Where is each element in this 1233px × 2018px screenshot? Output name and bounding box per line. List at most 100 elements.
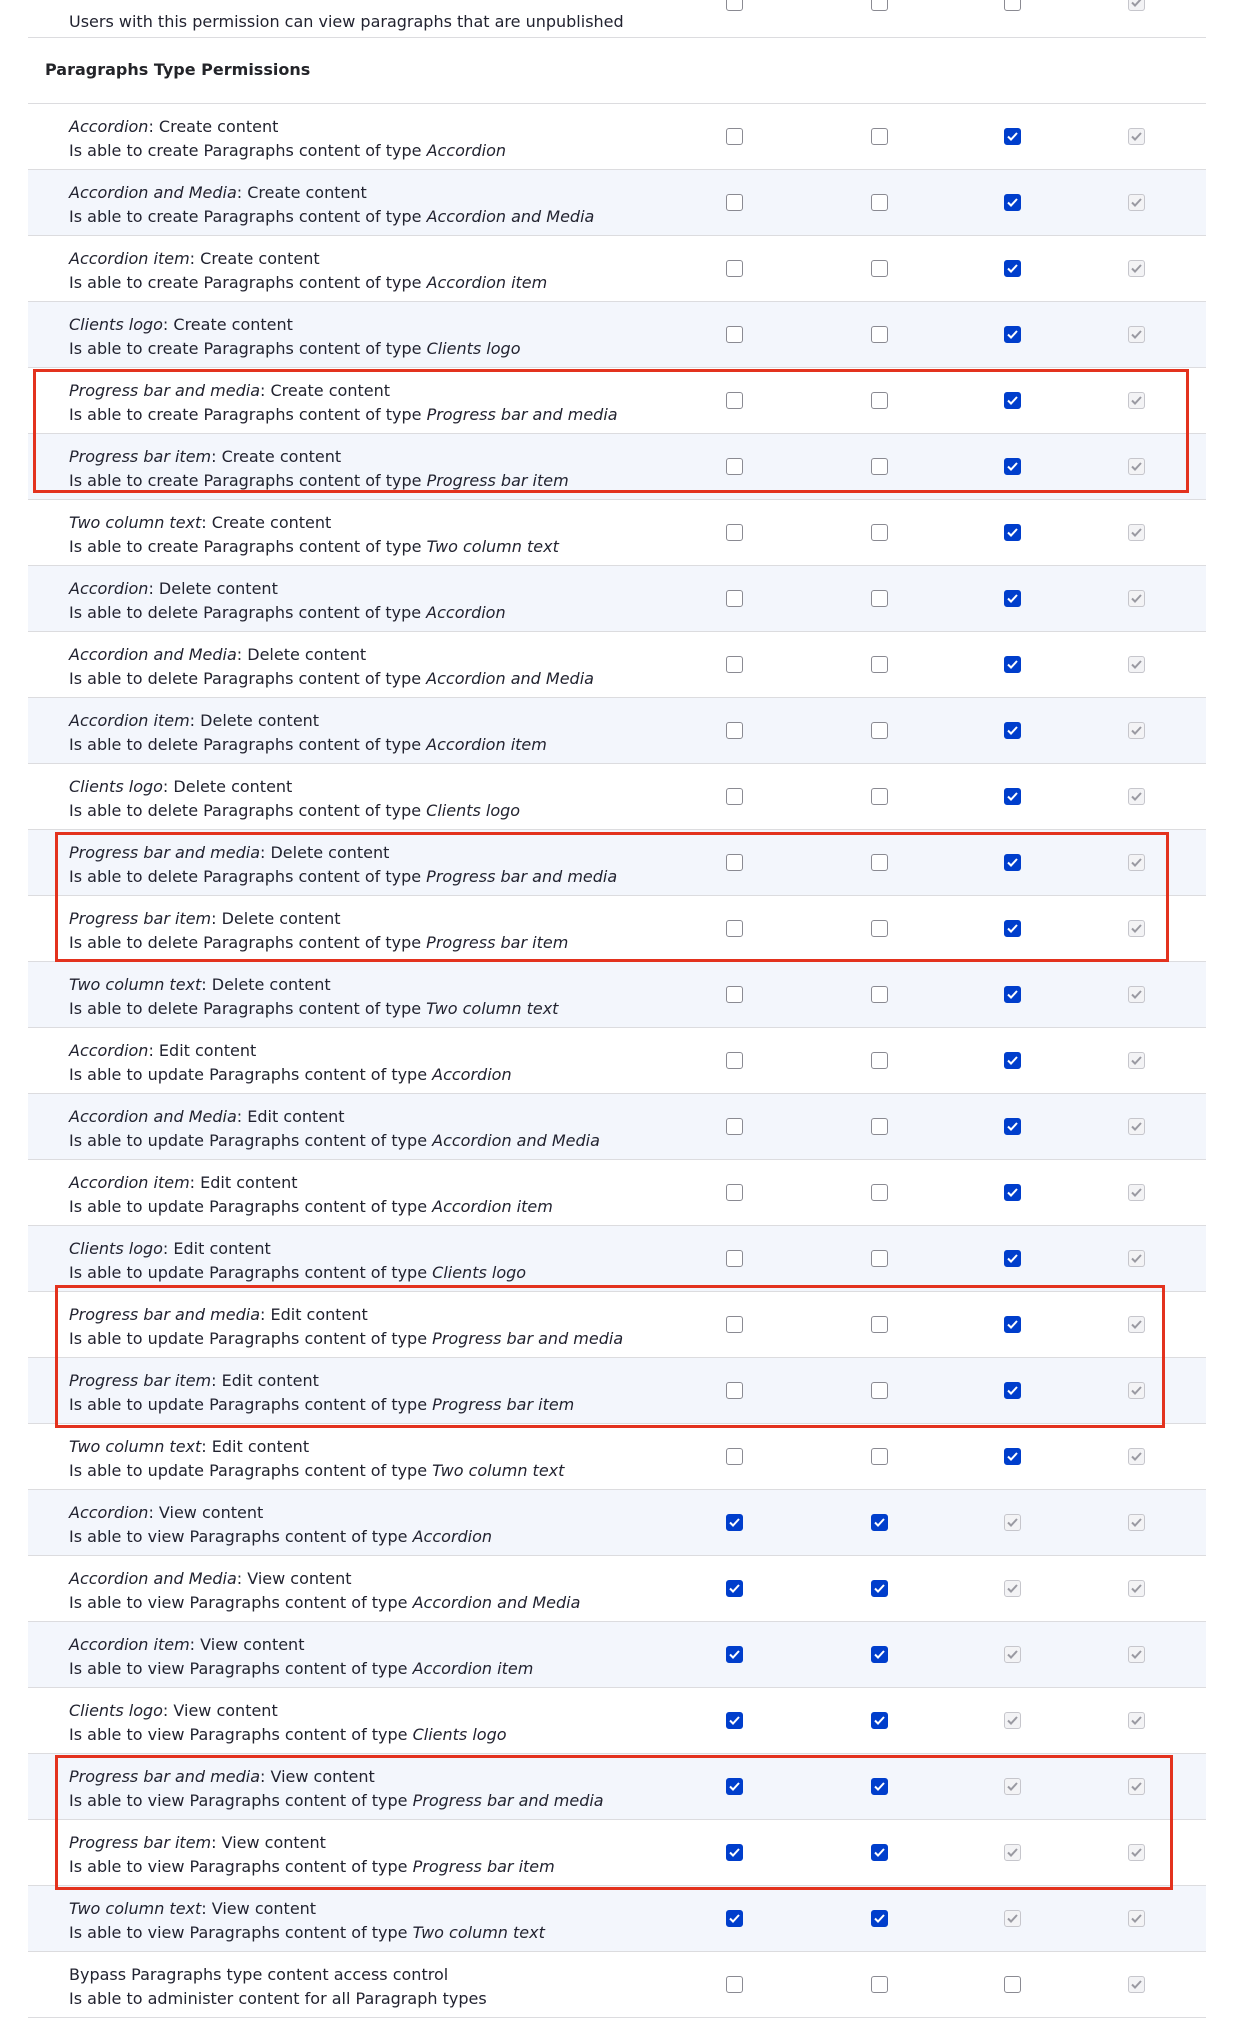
permission-action: Create content: [158, 117, 279, 136]
permission-checkbox-col1[interactable]: [726, 788, 743, 805]
permission-desc-verb: create: [147, 537, 199, 556]
permission-checkbox-col3[interactable]: [1004, 260, 1021, 277]
permission-checkbox-col1[interactable]: [726, 1250, 743, 1267]
permission-row: Accordion item: View content Is able to v…: [28, 1622, 1206, 1688]
permission-checkbox-col1[interactable]: [726, 194, 743, 211]
permission-type-name: Accordion: [69, 1503, 149, 1522]
permission-checkbox-col1[interactable]: [726, 986, 743, 1003]
permission-checkbox-col2[interactable]: [871, 1910, 888, 1927]
permission-type-name: Accordion and Media: [69, 1569, 237, 1588]
permission-checkbox-col1[interactable]: [726, 260, 743, 277]
permission-checkbox-col1[interactable]: [726, 590, 743, 607]
permission-desc-prefix: Is able to: [69, 207, 148, 226]
permission-checkbox-col2[interactable]: [871, 1184, 888, 1201]
permission-desc-verb: create: [147, 207, 199, 226]
permission-desc-type: Accordion: [426, 141, 506, 160]
permission-label: Accordion and Media: Edit content Is able…: [69, 1107, 600, 1150]
permission-checkbox-col3[interactable]: [1004, 1184, 1021, 1201]
permission-checkbox-col2[interactable]: [871, 194, 888, 211]
permission-desc-type: Accordion and Media: [412, 1593, 581, 1612]
permission-checkbox-col3[interactable]: [1004, 326, 1021, 343]
permission-desc-middle: Paragraphs content of type: [198, 669, 427, 688]
permission-checkbox-col2[interactable]: [871, 1712, 888, 1729]
permission-checkbox-col1[interactable]: [726, 656, 743, 673]
permission-type-name: Accordion and Media: [69, 645, 237, 664]
permission-checkbox-col2[interactable]: [871, 1250, 888, 1267]
permission-label: Two column text: View content Is able to …: [69, 1899, 545, 1942]
permission-checkbox-col1[interactable]: [726, 1646, 743, 1663]
permission-type-name: Clients logo: [69, 777, 163, 796]
permission-desc-verb: create: [147, 339, 199, 358]
permission-checkbox-col1[interactable]: [726, 1712, 743, 1729]
highlight-delete-box: [55, 832, 1169, 962]
permission-checkbox-col3[interactable]: [1004, 194, 1021, 211]
permission-checkbox-col1[interactable]: [726, 128, 743, 145]
unpublished-checkbox-col1[interactable]: [726, 0, 743, 11]
permission-checkbox-col2[interactable]: [871, 1118, 888, 1135]
permission-checkbox-col2[interactable]: [871, 1052, 888, 1069]
permission-checkbox-col2[interactable]: [871, 986, 888, 1003]
permission-checkbox-col3[interactable]: [1004, 590, 1021, 607]
permission-desc-middle: Paragraphs content of type: [198, 801, 427, 820]
permission-checkbox-col2[interactable]: [871, 128, 888, 145]
permission-checkbox-col2[interactable]: [871, 1448, 888, 1465]
permission-checkbox-col2[interactable]: [871, 590, 888, 607]
permission-desc-middle: Paragraphs content of type: [198, 537, 427, 556]
permission-checkbox-col3[interactable]: [1004, 788, 1021, 805]
permission-label: Accordion item: View content Is able to v…: [69, 1635, 534, 1678]
permission-checkbox-col4: [1128, 1646, 1145, 1663]
permission-checkbox-col1[interactable]: [726, 1910, 743, 1927]
permission-desc-verb: delete: [147, 801, 199, 820]
permission-desc-type: Accordion and Media: [426, 669, 594, 688]
bypass-checkbox-col3[interactable]: [1004, 1976, 1021, 1993]
bypass-checkbox-col1[interactable]: [726, 1976, 743, 1993]
permission-desc-middle: Paragraphs content of type: [204, 1461, 433, 1480]
unpublished-checkbox-col3[interactable]: [1004, 0, 1021, 11]
permission-desc-middle: Paragraphs content of type: [184, 1527, 413, 1546]
permission-checkbox-col1[interactable]: [726, 1514, 743, 1531]
permission-checkbox-col1[interactable]: [726, 1184, 743, 1201]
permission-label: Accordion item: Create content Is able to…: [69, 249, 548, 292]
permission-checkbox-col3[interactable]: [1004, 524, 1021, 541]
permission-checkbox-col3[interactable]: [1004, 722, 1021, 739]
bypass-checkbox-col2[interactable]: [871, 1976, 888, 1993]
permission-checkbox-col2[interactable]: [871, 524, 888, 541]
permission-type-name: Accordion item: [69, 711, 190, 730]
permission-checkbox-col3[interactable]: [1004, 128, 1021, 145]
permission-checkbox-col2[interactable]: [871, 1580, 888, 1597]
permission-checkbox-col3[interactable]: [1004, 1052, 1021, 1069]
permission-row: Clients logo: Delete content Is able to d…: [28, 764, 1206, 830]
permission-desc-middle: Paragraphs content of type: [198, 999, 427, 1018]
permission-desc-prefix: Is able to: [69, 1527, 148, 1546]
unpublished-checkbox-col2[interactable]: [871, 0, 888, 11]
permission-checkbox-col3[interactable]: [1004, 1118, 1021, 1135]
permission-checkbox-col2[interactable]: [871, 656, 888, 673]
permission-checkbox-col2[interactable]: [871, 1646, 888, 1663]
permission-checkbox-col3[interactable]: [1004, 1250, 1021, 1267]
permission-checkbox-col3[interactable]: [1004, 656, 1021, 673]
permission-checkbox-col2[interactable]: [871, 1514, 888, 1531]
permission-checkbox-col3[interactable]: [1004, 1448, 1021, 1465]
permission-checkbox-col1[interactable]: [726, 722, 743, 739]
permission-desc-type: Two column text: [412, 1923, 545, 1942]
permission-desc-type: Clients logo: [412, 1725, 507, 1744]
permission-checkbox-col2[interactable]: [871, 326, 888, 343]
permission-checkbox-col1[interactable]: [726, 1580, 743, 1597]
permission-checkbox-col3[interactable]: [1004, 986, 1021, 1003]
permission-action: Delete content: [173, 777, 293, 796]
permission-action: Create content: [200, 249, 320, 268]
permission-checkbox-col1[interactable]: [726, 1118, 743, 1135]
permission-checkbox-col1[interactable]: [726, 326, 743, 343]
permission-desc-verb: delete: [147, 999, 199, 1018]
permission-row: Two column text: View content Is able to …: [28, 1886, 1206, 1952]
permission-row: Accordion: Edit content Is able to update…: [28, 1028, 1206, 1094]
permission-desc-verb: update: [147, 1263, 204, 1282]
permission-checkbox-col2[interactable]: [871, 788, 888, 805]
bypass-description: Is able to administer content for all Pa…: [69, 1989, 487, 2008]
permission-checkbox-col2[interactable]: [871, 260, 888, 277]
permission-checkbox-col1[interactable]: [726, 1052, 743, 1069]
permission-checkbox-col2[interactable]: [871, 722, 888, 739]
permission-checkbox-col1[interactable]: [726, 1448, 743, 1465]
permission-description-text: Users with this permission can view para…: [69, 12, 624, 31]
permission-checkbox-col1[interactable]: [726, 524, 743, 541]
